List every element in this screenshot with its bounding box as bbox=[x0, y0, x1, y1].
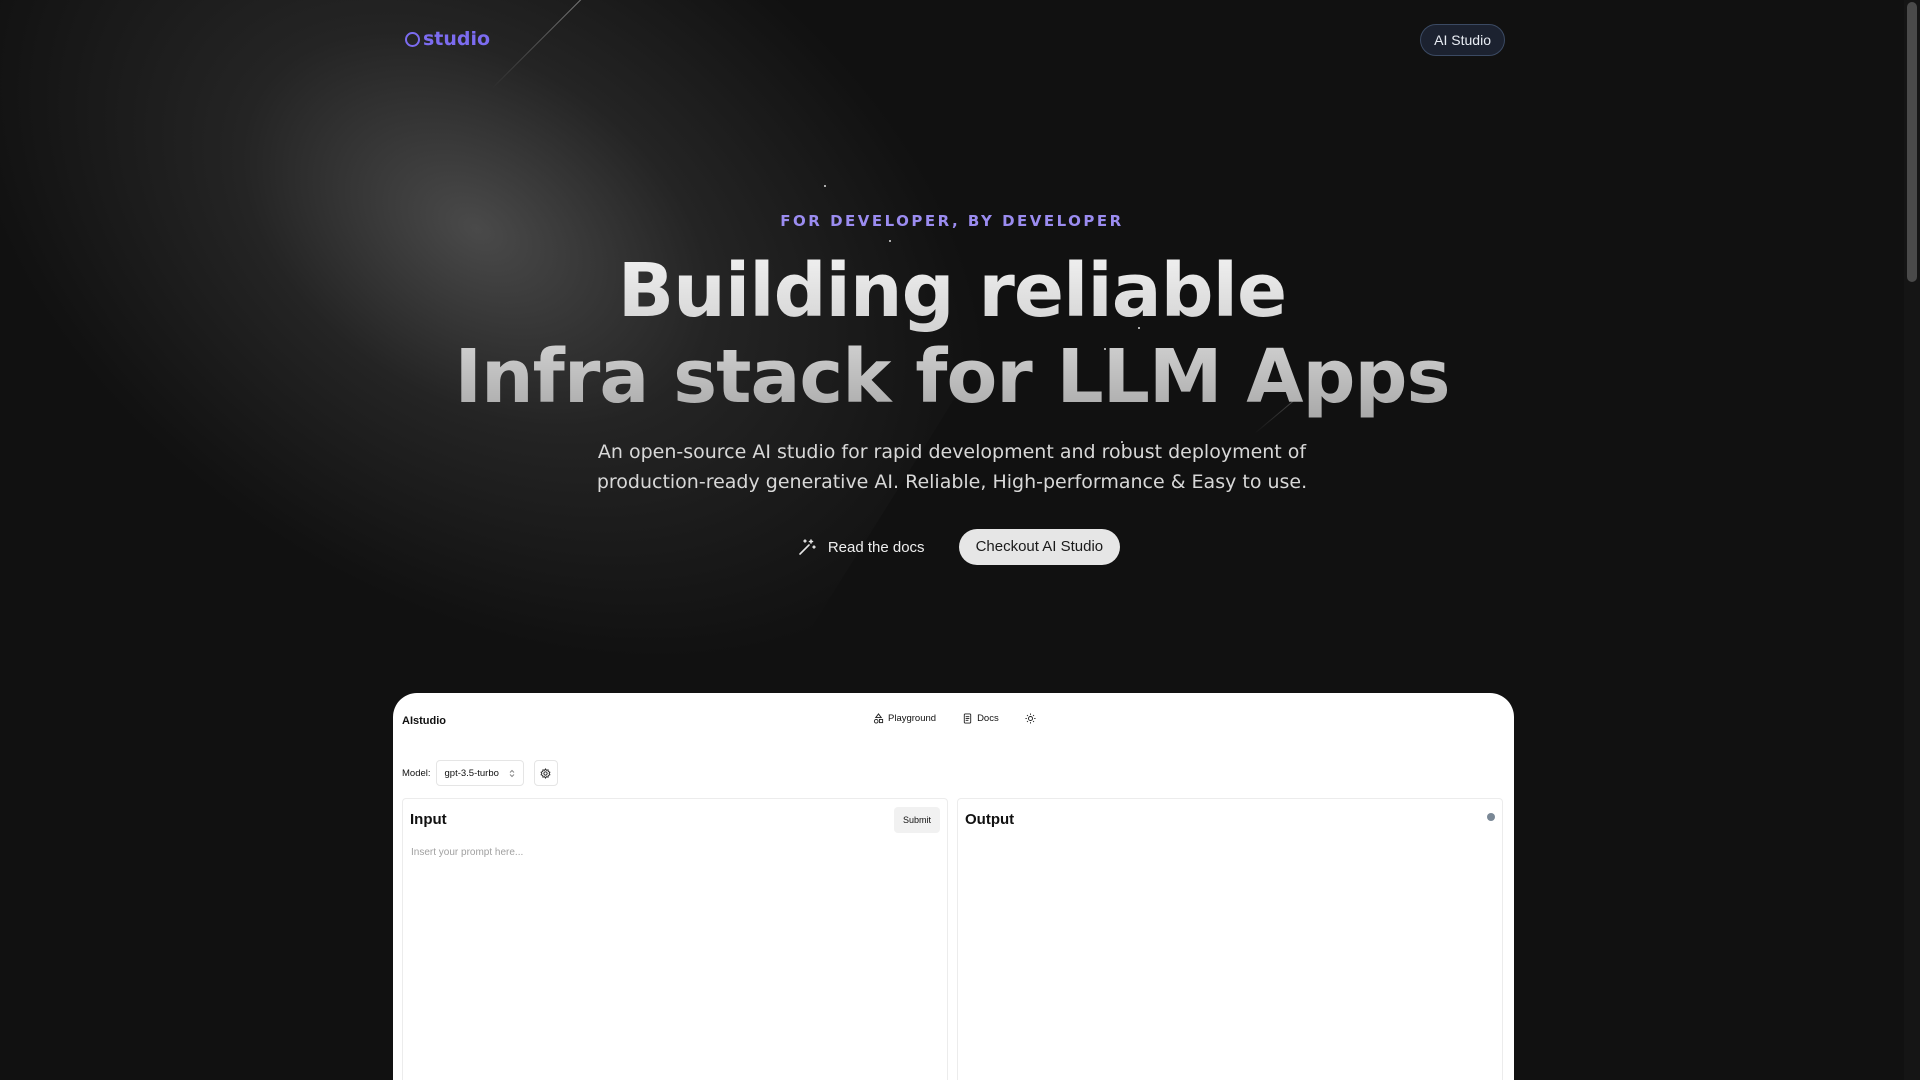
nav-docs[interactable]: Docs bbox=[962, 713, 999, 724]
app-brand: AIstudio bbox=[402, 715, 446, 727]
app-nav: Playground Docs bbox=[873, 713, 1036, 724]
read-docs-button[interactable]: Read the docs bbox=[784, 529, 939, 565]
input-title: Input bbox=[410, 811, 447, 828]
input-panel: Input Submit bbox=[402, 798, 948, 1080]
theme-toggle[interactable] bbox=[1025, 713, 1036, 724]
status-dot-icon bbox=[1487, 813, 1495, 821]
hero-cta-row: Read the docs Checkout AI Studio bbox=[0, 529, 1904, 565]
subtitle-line-1: An open-source AI studio for rapid devel… bbox=[597, 441, 1307, 463]
top-nav: studio AI Studio bbox=[405, 24, 1505, 56]
chevron-up-down-icon bbox=[509, 769, 514, 777]
read-docs-label: Read the docs bbox=[827, 538, 925, 556]
site-logo[interactable]: studio bbox=[405, 28, 490, 50]
settings-button[interactable] bbox=[533, 760, 558, 786]
hero-headline: Building reliable Infra stack for LLM Ap… bbox=[0, 248, 1904, 420]
headline-line-1: Building reliable bbox=[617, 248, 1287, 334]
magic-wand-icon bbox=[799, 539, 816, 555]
shapes-icon bbox=[873, 713, 884, 724]
nav-docs-label: Docs bbox=[977, 713, 999, 724]
submit-button[interactable]: Submit bbox=[893, 807, 940, 833]
hero-subtitle: An open-source AI studio for rapid devel… bbox=[0, 437, 1904, 497]
output-title: Output bbox=[965, 811, 1015, 828]
nav-playground-label: Playground bbox=[888, 713, 937, 724]
model-select[interactable]: gpt-3.5-turbo bbox=[435, 760, 524, 786]
star-dot bbox=[889, 240, 891, 242]
app-preview-card: AIstudio Playground Docs Model: gpt-3.5-… bbox=[393, 693, 1514, 1080]
ai-studio-nav-button[interactable]: AI Studio bbox=[1420, 24, 1505, 56]
logo-text: studio bbox=[423, 28, 491, 50]
prompt-input[interactable] bbox=[411, 847, 939, 1080]
sun-icon bbox=[1025, 713, 1036, 724]
checkout-studio-button[interactable]: Checkout AI Studio bbox=[958, 529, 1121, 565]
subtitle-line-2: production-ready generative AI. Reliable… bbox=[596, 471, 1308, 493]
model-label: Model: bbox=[402, 767, 431, 779]
document-icon bbox=[963, 713, 972, 724]
headline-line-2: Infra stack for LLM Apps bbox=[454, 334, 1450, 420]
logo-circle-icon bbox=[405, 31, 420, 47]
gear-icon bbox=[540, 767, 551, 779]
page-scrollbar[interactable] bbox=[1904, 0, 1920, 1080]
hero-eyebrow: FOR DEVELOPER, BY DEVELOPER bbox=[780, 212, 1124, 230]
scroll-thumb[interactable] bbox=[1907, 2, 1917, 282]
star-dot bbox=[824, 185, 826, 187]
model-row: Model: gpt-3.5-turbo bbox=[402, 760, 558, 786]
nav-playground[interactable]: Playground bbox=[873, 713, 936, 724]
model-value: gpt-3.5-turbo bbox=[444, 767, 499, 779]
output-panel: Output bbox=[957, 798, 1503, 1080]
